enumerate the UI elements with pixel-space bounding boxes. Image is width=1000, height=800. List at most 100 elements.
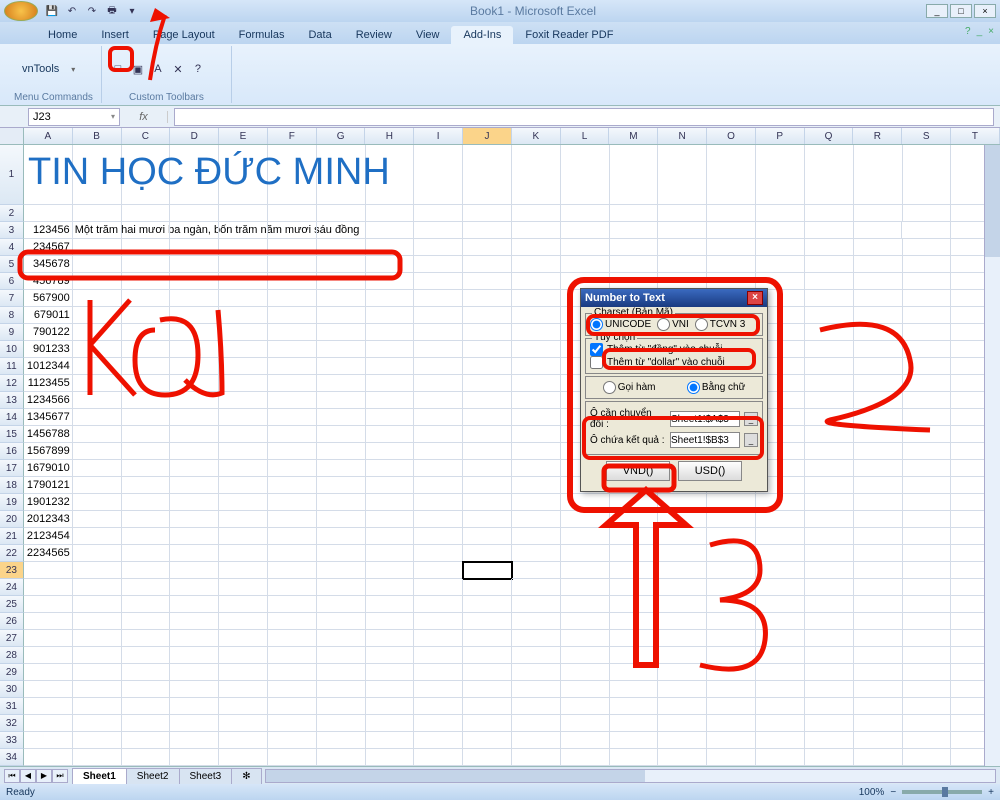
- cell[interactable]: [854, 596, 903, 613]
- cell[interactable]: [903, 392, 952, 409]
- cell[interactable]: [170, 647, 219, 664]
- cell[interactable]: [122, 290, 171, 307]
- cell[interactable]: [854, 426, 903, 443]
- cell[interactable]: [658, 145, 707, 205]
- cell[interactable]: [122, 664, 171, 681]
- cell[interactable]: [463, 358, 512, 375]
- cell[interactable]: [658, 562, 707, 579]
- cell[interactable]: [512, 715, 561, 732]
- close-button[interactable]: ×: [974, 4, 996, 18]
- minimize-ribbon-icon[interactable]: _: [977, 26, 983, 37]
- cell[interactable]: [317, 596, 366, 613]
- cell[interactable]: [122, 443, 171, 460]
- cell[interactable]: [805, 273, 854, 290]
- cell[interactable]: [170, 528, 219, 545]
- cell[interactable]: [414, 324, 463, 341]
- cell[interactable]: [219, 596, 268, 613]
- cell[interactable]: [707, 681, 756, 698]
- cell[interactable]: [366, 715, 415, 732]
- cell[interactable]: [463, 375, 512, 392]
- cell[interactable]: [561, 528, 610, 545]
- cell[interactable]: [512, 307, 561, 324]
- cell[interactable]: [707, 145, 756, 205]
- cell[interactable]: [219, 698, 268, 715]
- cell[interactable]: [366, 749, 415, 766]
- cell[interactable]: [73, 511, 122, 528]
- cell[interactable]: [854, 647, 903, 664]
- cell[interactable]: [463, 477, 512, 494]
- cell[interactable]: [903, 256, 952, 273]
- cell[interactable]: [512, 375, 561, 392]
- cell[interactable]: [512, 681, 561, 698]
- tab-foxit[interactable]: Foxit Reader PDF: [513, 26, 625, 44]
- cell[interactable]: [317, 681, 366, 698]
- cell[interactable]: [610, 222, 659, 239]
- cell[interactable]: [610, 664, 659, 681]
- toolbar-icon-4[interactable]: ✕: [170, 61, 186, 77]
- cell[interactable]: [610, 145, 659, 205]
- cell[interactable]: [268, 358, 317, 375]
- row-head[interactable]: 13: [0, 392, 24, 409]
- cell[interactable]: [414, 494, 463, 511]
- cell[interactable]: [854, 681, 903, 698]
- cell[interactable]: [561, 511, 610, 528]
- cell[interactable]: [512, 273, 561, 290]
- cell[interactable]: [610, 562, 659, 579]
- cell[interactable]: [707, 205, 756, 222]
- cell[interactable]: 123456: [24, 222, 73, 239]
- cell[interactable]: [854, 239, 903, 256]
- cell[interactable]: [658, 239, 707, 256]
- cell[interactable]: [414, 273, 463, 290]
- row-head[interactable]: 7: [0, 290, 24, 307]
- vntools-button[interactable]: vnTools: [14, 61, 67, 77]
- cell[interactable]: [756, 681, 805, 698]
- cell[interactable]: [512, 205, 561, 222]
- cell[interactable]: [170, 630, 219, 647]
- row-head[interactable]: 29: [0, 664, 24, 681]
- cell[interactable]: [561, 647, 610, 664]
- cell[interactable]: 345678: [24, 256, 73, 273]
- cell[interactable]: [903, 562, 952, 579]
- cell[interactable]: [463, 443, 512, 460]
- cell[interactable]: [903, 749, 952, 766]
- cell[interactable]: [170, 545, 219, 562]
- cell[interactable]: [268, 290, 317, 307]
- cell[interactable]: [805, 579, 854, 596]
- cell[interactable]: [463, 545, 512, 562]
- cell[interactable]: [24, 613, 73, 630]
- cell[interactable]: [805, 630, 854, 647]
- cell[interactable]: [805, 511, 854, 528]
- print-icon[interactable]: 🖶: [104, 3, 120, 19]
- zoom-in-icon[interactable]: +: [988, 787, 994, 798]
- cell[interactable]: [512, 545, 561, 562]
- cell[interactable]: [512, 562, 561, 579]
- cell[interactable]: [170, 732, 219, 749]
- cell[interactable]: [366, 460, 415, 477]
- row-head[interactable]: 11: [0, 358, 24, 375]
- cell[interactable]: [73, 613, 122, 630]
- cell[interactable]: [414, 698, 463, 715]
- cell[interactable]: [170, 664, 219, 681]
- cell[interactable]: [73, 443, 122, 460]
- cell[interactable]: [658, 528, 707, 545]
- cell[interactable]: [561, 664, 610, 681]
- cell[interactable]: [24, 749, 73, 766]
- cell[interactable]: [463, 681, 512, 698]
- cell[interactable]: [414, 409, 463, 426]
- cell[interactable]: [366, 681, 415, 698]
- radio-goi-ham[interactable]: Gọi hàm: [603, 381, 656, 394]
- cell[interactable]: [610, 494, 659, 511]
- cell[interactable]: [512, 596, 561, 613]
- cell[interactable]: [317, 460, 366, 477]
- cell[interactable]: [610, 528, 659, 545]
- cell[interactable]: [317, 562, 366, 579]
- cell[interactable]: [414, 239, 463, 256]
- row-head[interactable]: 27: [0, 630, 24, 647]
- cell[interactable]: [317, 290, 366, 307]
- cell[interactable]: [903, 698, 952, 715]
- cell[interactable]: [805, 392, 854, 409]
- cell[interactable]: [122, 698, 171, 715]
- cell[interactable]: [219, 494, 268, 511]
- cell[interactable]: [122, 273, 171, 290]
- cell[interactable]: [268, 392, 317, 409]
